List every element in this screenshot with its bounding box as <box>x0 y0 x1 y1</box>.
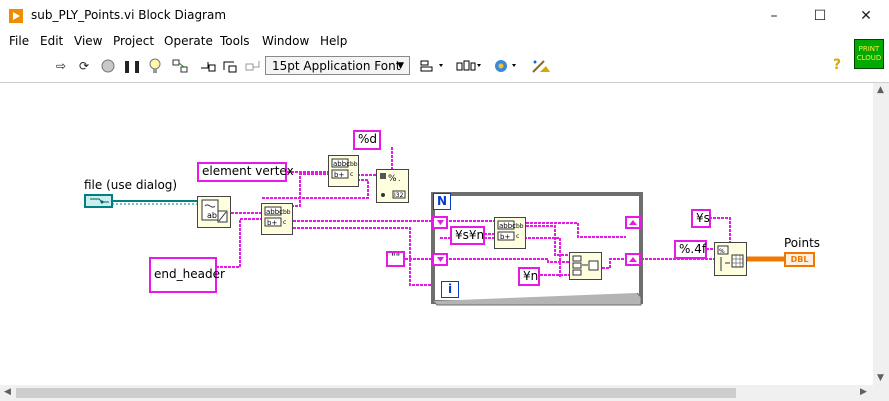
menu-project[interactable]: Project <box>113 34 154 48</box>
menu-file[interactable]: File <box>9 34 29 48</box>
maximize-button[interactable]: ☐ <box>797 0 843 32</box>
connector-pane-icon[interactable]: PRINT CLOUD <box>854 39 884 69</box>
context-help-icon[interactable]: ? <box>833 57 841 73</box>
end-header-constant[interactable]: end_header <box>149 257 225 293</box>
file-path-control[interactable] <box>84 194 113 208</box>
format-d-constant[interactable]: %d <box>353 130 381 150</box>
vertical-scrollbar[interactable]: ▲ ▼ <box>873 83 889 401</box>
menu-edit[interactable]: Edit <box>40 34 63 48</box>
cleanup-diagram-icon[interactable] <box>529 58 553 74</box>
svg-text:%: % <box>719 248 725 255</box>
diagram-wires <box>112 147 784 306</box>
scroll-left-icon[interactable]: ◀ <box>4 387 11 397</box>
chevron-down-icon: ▼ <box>397 61 404 71</box>
svg-text:.: . <box>398 174 401 183</box>
highlight-execution-icon[interactable] <box>147 58 163 74</box>
svg-text:I32: I32 <box>394 192 404 199</box>
svg-text:b+: b+ <box>267 219 277 227</box>
run-continuously-icon[interactable]: ⟳ <box>76 58 92 74</box>
align-objects-icon[interactable] <box>418 58 448 74</box>
scroll-down-icon[interactable]: ▼ <box>877 373 884 383</box>
concatenate-strings-node-2[interactable]: abbc b+ bb c <box>328 155 359 187</box>
minimize-button[interactable]: – <box>751 0 797 32</box>
svg-text:ab: ab <box>207 211 217 220</box>
empty-string-constant[interactable]: "" <box>386 251 405 267</box>
pause-icon[interactable]: ❚❚ <box>122 58 142 74</box>
menu-bar: File Edit View Project Operate Tools Win… <box>0 32 889 52</box>
read-from-text-file-node[interactable] <box>569 252 602 280</box>
svg-text:bb: bb <box>283 209 291 216</box>
svg-text:bb: bb <box>350 161 358 168</box>
open-file-node[interactable]: ab <box>197 196 231 228</box>
format-4f-constant[interactable]: %.4f <box>674 240 707 259</box>
loop-iteration-terminal[interactable]: i <box>441 281 459 298</box>
svg-text:c: c <box>283 219 286 226</box>
svg-text:bb: bb <box>516 223 524 230</box>
abort-icon[interactable] <box>100 58 116 74</box>
step-over-icon[interactable] <box>222 58 238 74</box>
svg-text:c: c <box>350 171 353 178</box>
newline-constant[interactable]: ¥n <box>518 267 540 286</box>
menu-view[interactable]: View <box>74 34 102 48</box>
block-diagram-canvas[interactable]: N i file (use dialog) element vertex %d … <box>0 83 873 385</box>
points-label: Points <box>784 236 821 250</box>
loop-count-terminal[interactable]: N <box>433 193 451 210</box>
concatenate-strings-node-3[interactable]: abbc b+ bb c <box>494 217 526 249</box>
scroll-right-icon[interactable]: ▶ <box>860 387 867 397</box>
title-bar: sub_PLY_Points.vi Block Diagram – ☐ ✕ <box>0 0 889 32</box>
points-indicator[interactable]: DBL <box>784 252 815 267</box>
font-select[interactable]: 15pt Application Font ▼ <box>265 56 410 75</box>
close-button[interactable]: ✕ <box>843 0 889 32</box>
run-arrow-icon[interactable]: ⇨ <box>53 58 69 74</box>
menu-tools[interactable]: Tools <box>220 34 250 48</box>
svg-text:%: % <box>388 174 397 184</box>
spreadsheet-string-to-array-node[interactable]: % <box>714 242 747 276</box>
svg-text:abbc: abbc <box>499 222 516 230</box>
svg-text:abbc: abbc <box>266 208 283 216</box>
step-out-icon[interactable] <box>244 58 260 74</box>
horizontal-scroll-thumb[interactable] <box>16 388 736 398</box>
horizontal-scrollbar[interactable]: ◀ ▶ <box>0 385 873 401</box>
menu-operate[interactable]: Operate <box>164 34 213 48</box>
labview-vi-icon <box>9 9 23 23</box>
concatenate-strings-node-1[interactable]: abbc b+ bb c <box>261 203 293 235</box>
file-control-label: file (use dialog) <box>84 178 178 192</box>
format-into-string-node[interactable]: %. I32 <box>376 169 409 203</box>
scroll-up-icon[interactable]: ▲ <box>877 85 884 95</box>
menu-help[interactable]: Help <box>320 34 347 48</box>
format-s-constant[interactable]: ¥s <box>691 209 711 228</box>
reorder-icon[interactable] <box>492 58 522 74</box>
window-title: sub_PLY_Points.vi Block Diagram <box>31 8 227 22</box>
toolbar: ⇨ ⟳ ❚❚ <box>0 52 889 83</box>
retain-wire-values-icon[interactable] <box>172 58 188 74</box>
distribute-objects-icon[interactable] <box>455 58 485 74</box>
format-s-newline-constant[interactable]: ¥s¥n <box>450 226 485 245</box>
svg-text:c: c <box>516 233 519 240</box>
step-into-icon[interactable] <box>199 58 216 74</box>
svg-text:b+: b+ <box>334 171 344 179</box>
svg-text:b+: b+ <box>500 233 510 241</box>
menu-window[interactable]: Window <box>262 34 309 48</box>
font-select-value: 15pt Application Font <box>272 59 401 73</box>
element-vertex-constant[interactable]: element vertex <box>197 162 294 182</box>
svg-text:abbc: abbc <box>333 160 350 168</box>
